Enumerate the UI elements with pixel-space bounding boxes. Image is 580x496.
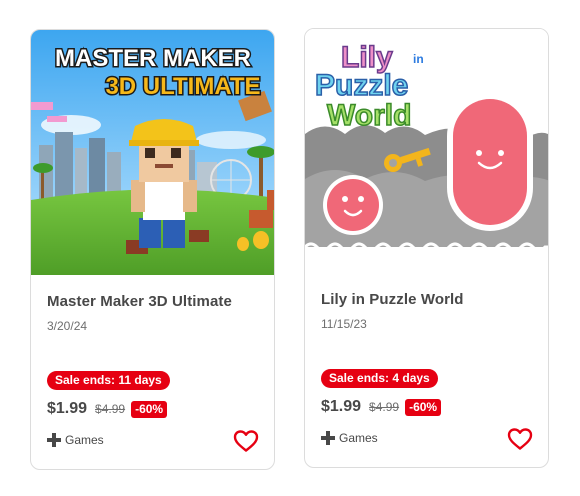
original-price: $4.99 [369, 400, 400, 414]
game-title[interactable]: Master Maker 3D Ultimate [47, 293, 232, 310]
game-art-master-maker[interactable]: MASTER MAKER 3D ULTIMATE [31, 30, 274, 275]
heart-outline-icon [233, 430, 259, 452]
dpad-icon [321, 431, 335, 445]
price-row: $1.99 $4.99 -60% [321, 396, 442, 418]
discount-badge: -60% [405, 398, 442, 416]
art-title-line1: MASTER MAKER [55, 45, 251, 72]
platform-label: Games [321, 431, 378, 445]
master-maker-key-art: MASTER MAKER 3D ULTIMATE [31, 30, 274, 275]
sale-price: $1.99 [47, 400, 88, 417]
game-title[interactable]: Lily in Puzzle World [321, 291, 464, 308]
dpad-icon [47, 433, 61, 447]
heart-outline-icon [507, 428, 533, 450]
art-title-puzzle: Puzzle [315, 69, 408, 102]
wishlist-button[interactable] [233, 429, 259, 453]
price-row: $1.99 $4.99 -60% [47, 398, 168, 420]
lily-puzzle-world-key-art: Lily in Puzzle World [305, 29, 548, 274]
art-title-world: World [327, 99, 411, 132]
original-price: $4.99 [95, 402, 126, 416]
discount-badge: -60% [131, 400, 168, 418]
platform-text: Games [65, 433, 104, 447]
game-card-master-maker[interactable]: MASTER MAKER 3D ULTIMATE Master Maker 3D… [30, 29, 275, 470]
sale-badge: Sale ends: 11 days [47, 371, 170, 390]
sale-price: $1.99 [321, 398, 362, 415]
platform-label: Games [47, 433, 104, 447]
release-date: 11/15/23 [321, 317, 367, 331]
game-art-lily-puzzle-world[interactable]: Lily in Puzzle World [305, 29, 548, 274]
game-card-lily-puzzle-world[interactable]: Lily in Puzzle World Lily in Puzzle Worl… [304, 28, 549, 468]
sale-badge: Sale ends: 4 days [321, 369, 438, 388]
art-title-line2: 3D ULTIMATE [105, 73, 260, 100]
platform-text: Games [339, 431, 378, 445]
release-date: 3/20/24 [47, 319, 88, 333]
wishlist-button[interactable] [507, 427, 533, 451]
art-title-in: in [413, 52, 424, 66]
